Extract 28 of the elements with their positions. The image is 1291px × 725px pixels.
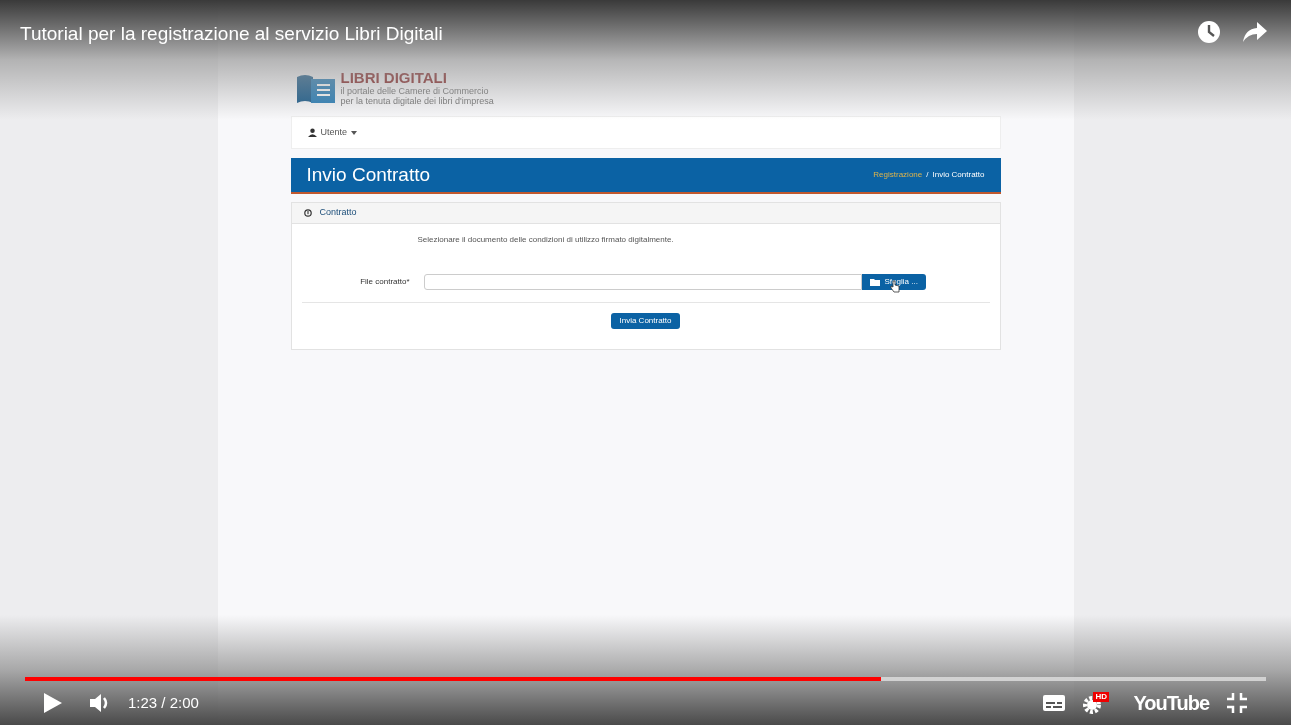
clock-icon[interactable] — [1197, 20, 1221, 44]
share-arrow-icon[interactable] — [1243, 22, 1267, 42]
user-icon — [307, 128, 317, 137]
page-title: Invio Contratto — [306, 162, 431, 187]
play-icon[interactable] — [44, 693, 62, 713]
field-label: File contratto* — [359, 276, 410, 288]
folder-icon — [869, 278, 881, 286]
exit-fullscreen-icon[interactable] — [1227, 693, 1247, 713]
panel-title: Contratto — [319, 206, 357, 220]
browse-button[interactable]: Sfoglia ... — [861, 274, 926, 290]
breadcrumb-link[interactable]: Registrazione — [873, 169, 923, 181]
progress-track[interactable] — [25, 677, 1266, 681]
video-title: Tutorial per la registrazione al servizio Libri Digitali — [20, 22, 443, 46]
youtube-logo[interactable]: YouTube — [1133, 688, 1209, 718]
submit-button[interactable]: Invia Contratto — [611, 313, 680, 329]
subtitles-icon[interactable] — [1043, 695, 1066, 711]
info-circle-icon — [303, 209, 312, 217]
file-input-field[interactable] — [423, 274, 862, 290]
breadcrumb-separator: / — [926, 169, 929, 181]
user-menu[interactable]: Utente — [307, 125, 358, 140]
time-display: 1:23 / 2:00 — [128, 692, 199, 713]
breadcrumb-current: Invio Contratto — [932, 169, 985, 181]
caret-icon — [351, 130, 358, 135]
instruction-text: Selezionare il documento delle condizioni di utilizzo firmato digitalmente. — [417, 234, 675, 246]
brand-tagline: per la tenuta digitale dei libri d'impresa — [340, 96, 494, 106]
brand-tagline: il portale delle Camere di Commercio — [340, 86, 490, 96]
hd-badge: HD — [1093, 692, 1109, 702]
brand-name: LIBRI DIGITALI — [340, 70, 448, 86]
